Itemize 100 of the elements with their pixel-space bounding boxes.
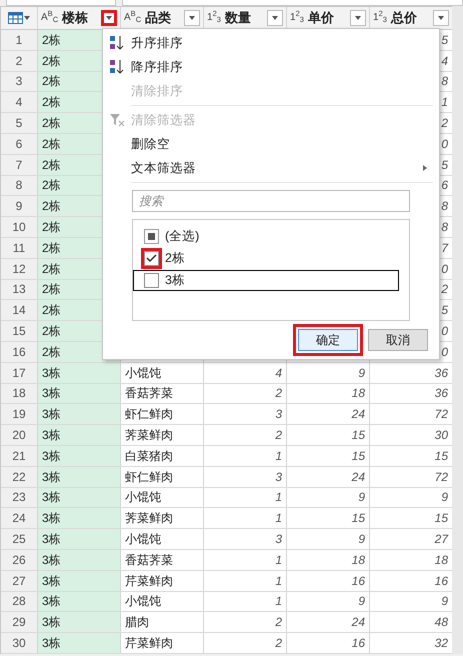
row-number: 19 [1, 404, 38, 424]
caret-icon [189, 16, 195, 20]
filter-dropdown-button[interactable] [101, 10, 117, 26]
table-cell-text: 3栋 [42, 614, 61, 632]
table-cell-text: 4 [275, 364, 282, 382]
table-cell-text: 8 [441, 198, 448, 216]
menu-item[interactable]: 降序排序 [103, 55, 439, 79]
table-cell-text: 9 [358, 531, 365, 548]
table-cell-text: 虾仁鲜肉 [125, 406, 173, 424]
sort-ascending-icon [109, 35, 125, 51]
row-number: 8 [1, 176, 38, 196]
row-number: 27 [1, 570, 38, 591]
table-cell-text: 荠菜鲜肉 [125, 510, 173, 528]
table-cell-text: 9 [358, 364, 365, 382]
table-cell-text: 香菇荠菜 [125, 385, 173, 402]
table-cell-text: 2栋 [42, 177, 61, 194]
table-cell-text: 36 [434, 364, 448, 382]
menu-item[interactable]: 删除空 [103, 132, 439, 156]
column-header: 单价 [308, 9, 335, 28]
row-number: 13 [1, 280, 38, 300]
table-cell-text: 1 [275, 552, 282, 569]
row-number: 4 [1, 92, 38, 112]
table-icon[interactable] [8, 12, 23, 24]
value-item[interactable]: 2栋 [133, 248, 399, 269]
table-cell-text: 18 [352, 385, 365, 402]
table-cell-text: 3栋 [42, 593, 61, 610]
menu-item[interactable]: 文本筛选器 [103, 156, 439, 180]
table-cell-text: 2 [275, 614, 282, 632]
column-header: 数量 [224, 9, 252, 28]
table-cell-text: 16 [352, 572, 365, 590]
row-number: 2 [1, 50, 38, 71]
table-cell-text: 7 [441, 240, 448, 257]
table-cell-text: 芹菜鲜肉 [125, 572, 173, 590]
row-number: 3 [1, 72, 38, 92]
filter-dropdown-button[interactable] [184, 10, 200, 26]
table-cell-text: 2栋 [42, 94, 61, 112]
table-cell-text: 48 [434, 614, 448, 632]
submenu-arrow-icon [423, 165, 427, 171]
table-cell-text: 0 [441, 260, 448, 278]
table-cell-text: 4 [441, 52, 448, 70]
row-number: 22 [1, 466, 38, 487]
table-cell-text: 9 [441, 489, 448, 506]
table-cell-text: 3 [275, 468, 282, 486]
table-cell-text: 0 [441, 344, 448, 361]
table-cell-text: 1 [275, 510, 282, 528]
table-cell-text: 小馄饨 [125, 489, 161, 506]
row-number: 6 [1, 134, 38, 154]
table-cell-text: 0 [441, 323, 448, 340]
menu-item[interactable]: 升序排序 [103, 31, 439, 55]
row-number: 17 [1, 362, 38, 383]
caret-icon [355, 16, 361, 20]
table-cell-text: 16 [434, 572, 448, 590]
value-item[interactable]: 3栋 [133, 270, 399, 291]
table-cell-text: 2 [275, 385, 282, 402]
table-cell-text: 9 [441, 593, 448, 610]
table-cell-text: 3栋 [42, 489, 61, 506]
clear-filter-icon [109, 113, 125, 127]
table-cell-text: 15 [434, 510, 448, 528]
row-number: 15 [1, 321, 38, 341]
dialog-button[interactable]: 取消 [368, 329, 428, 351]
table-cell-text: 5 [441, 156, 448, 174]
table-cell-text: 小馄饨 [125, 593, 161, 610]
row-number: 18 [1, 384, 38, 404]
table-cell-text: 24 [352, 406, 365, 424]
row-number: 12 [1, 258, 38, 279]
checkbox[interactable] [144, 273, 159, 288]
table-cell-text: 15 [434, 448, 448, 465]
table-cell-text: 8 [441, 219, 448, 236]
table-cell-text: 2栋 [42, 136, 61, 153]
table-cell-text: 18 [434, 552, 448, 569]
table-cell-text: 2栋 [42, 323, 61, 340]
table-cell-text: 2栋 [42, 302, 61, 320]
row-number: 5 [1, 113, 38, 133]
checkbox[interactable] [144, 229, 159, 244]
table-cell-text: 虾仁鲜肉 [125, 468, 173, 486]
table-cell-text: 芹菜鲜肉 [125, 635, 173, 652]
table-cell-text: 2栋 [42, 240, 61, 257]
table-cell-text: 3栋 [42, 385, 61, 402]
table-cell-text: 1 [275, 448, 282, 465]
table-cell-text: 15 [352, 448, 365, 465]
table-cell-text: 15 [352, 427, 365, 444]
table-cell-text: 3栋 [42, 510, 61, 528]
filter-dropdown-button[interactable] [350, 10, 366, 26]
caret-icon [24, 16, 30, 20]
table-cell-text: 2栋 [42, 260, 61, 278]
table-cell-text: 1 [275, 572, 282, 590]
scrollbar[interactable] [452, 6, 463, 654]
row-number: 28 [1, 592, 38, 612]
row-number: 21 [1, 446, 38, 466]
value-item[interactable]: (全选) [133, 226, 399, 247]
table-cell-text: 5 [441, 32, 448, 49]
table-cell-text: 1 [275, 489, 282, 506]
column-header: 楼栋 [62, 9, 90, 28]
search-field[interactable]: 搜索 [132, 190, 410, 212]
table-cell-text: 3 [275, 406, 282, 424]
filter-dropdown-button[interactable] [267, 10, 283, 26]
table-cell-text: 18 [352, 552, 365, 569]
dialog-button[interactable]: 确定 [298, 329, 358, 351]
filter-dropdown-button[interactable] [433, 10, 449, 26]
table-cell-text: 2栋 [42, 219, 61, 236]
